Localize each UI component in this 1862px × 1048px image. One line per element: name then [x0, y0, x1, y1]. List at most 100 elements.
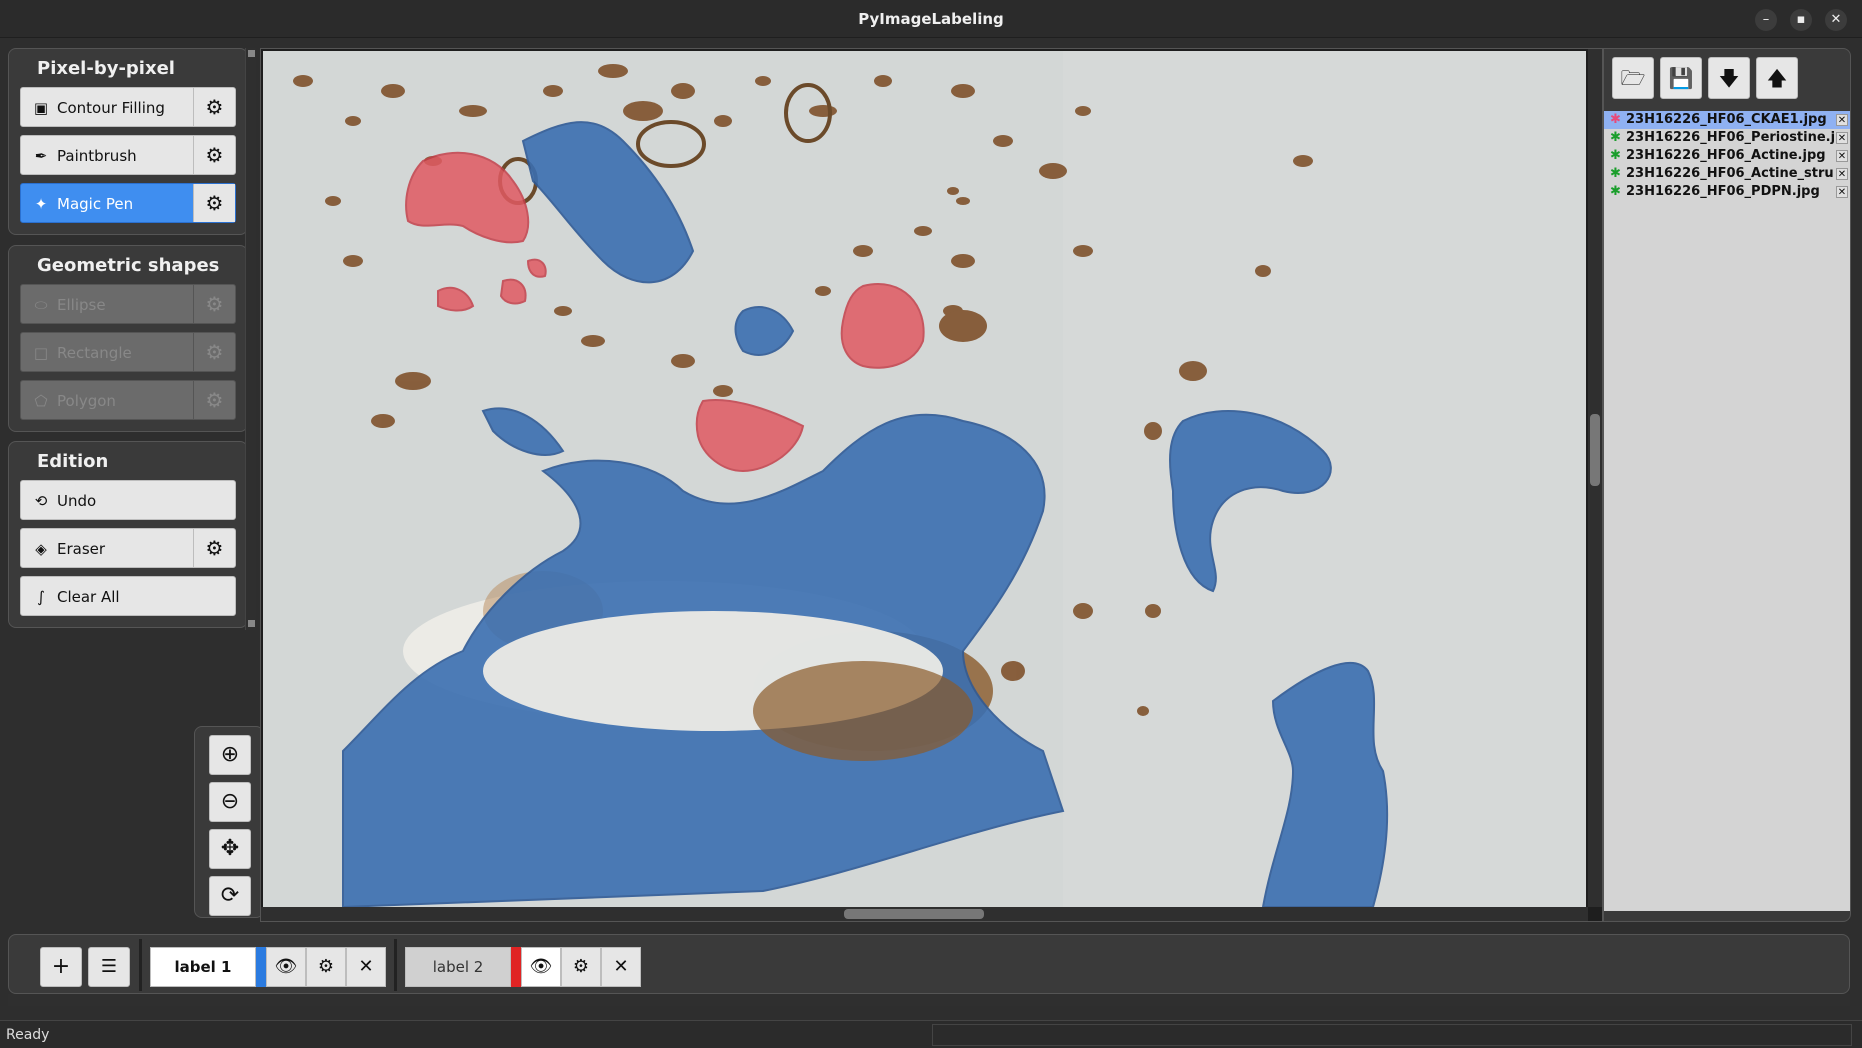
- label-bar-scrollbar[interactable]: [8, 994, 1850, 1006]
- open-folder-button[interactable]: 🗁: [1612, 57, 1654, 99]
- contour-filling-button[interactable]: ▣ Contour Filling ⚙: [20, 87, 236, 127]
- microscopy-image[interactable]: [263, 51, 1586, 907]
- tool-label: Eraser: [57, 540, 106, 558]
- title-bar: PyImageLabeling – ▪ ✕: [0, 0, 1862, 38]
- load-labels-button[interactable]: 🡇: [1708, 57, 1750, 99]
- group-title: Geometric shapes: [37, 255, 220, 276]
- scroll-up-arrow[interactable]: [248, 50, 255, 57]
- file-panel: 🗁 💾 🡇 🡅 ✱ 23H16226_HF06_CKAE1.jpg ✕ ✱ 23…: [1603, 48, 1851, 922]
- close-file-icon[interactable]: ✕: [1836, 168, 1848, 180]
- undo-icon: ⟲: [34, 492, 48, 510]
- rectangle-icon: □: [33, 344, 49, 362]
- label-bar: + ☰ label 1 👁 ⚙ ✕ label 2 👁 ⚙ ✕: [8, 934, 1850, 994]
- add-label-button[interactable]: +: [40, 947, 82, 987]
- minimize-button[interactable]: –: [1755, 9, 1777, 31]
- close-file-icon[interactable]: ✕: [1836, 132, 1848, 144]
- polygon-icon: ⬠: [34, 392, 48, 410]
- label-color-swatch[interactable]: [511, 947, 521, 987]
- tool-label: Polygon: [57, 392, 116, 410]
- status-text: Ready: [6, 1027, 50, 1043]
- label-settings-button[interactable]: ⚙: [306, 947, 346, 987]
- save-icon: 💾: [1668, 66, 1694, 90]
- gear-icon[interactable]: ⚙: [193, 333, 235, 371]
- file-status-icon: ✱: [1610, 184, 1621, 199]
- canvas-vertical-scrollbar[interactable]: [1588, 49, 1602, 907]
- layers-button[interactable]: ☰: [88, 947, 130, 987]
- polygon-button[interactable]: ⬠ Polygon ⚙: [20, 380, 236, 420]
- zoom-in-icon: ⊕: [220, 742, 240, 767]
- gear-icon[interactable]: ⚙: [193, 381, 235, 419]
- remove-label-button[interactable]: ✕: [346, 947, 386, 987]
- gear-icon[interactable]: ⚙: [193, 184, 235, 222]
- tool-label: Magic Pen: [57, 195, 134, 213]
- canvas-horizontal-scrollbar[interactable]: [261, 907, 1588, 921]
- rectangle-button[interactable]: □ Rectangle ⚙: [20, 332, 236, 372]
- visibility-toggle[interactable]: 👁: [521, 947, 561, 987]
- ellipse-button[interactable]: ⬭ Ellipse ⚙: [20, 284, 236, 324]
- undo-button[interactable]: ⟲ Undo: [20, 480, 236, 520]
- reset-view-button[interactable]: ⟳: [209, 876, 251, 916]
- save-button[interactable]: 💾: [1660, 57, 1702, 99]
- gear-icon[interactable]: ⚙: [193, 529, 235, 567]
- label-settings-button[interactable]: ⚙: [561, 947, 601, 987]
- file-item[interactable]: ✱ 23H16226_HF06_Actine.jpg ✕: [1604, 147, 1850, 165]
- pixel-by-pixel-group: Pixel-by-pixel ▣ Contour Filling ⚙ ✒ Pai…: [8, 48, 248, 235]
- file-list: ✱ 23H16226_HF06_CKAE1.jpg ✕ ✱ 23H16226_H…: [1604, 111, 1850, 911]
- tools-panel-scrollbar[interactable]: [245, 48, 256, 630]
- divider: [394, 939, 397, 991]
- pan-button[interactable]: ✥: [209, 829, 251, 869]
- upload-icon: 🡅: [1766, 66, 1788, 90]
- gear-icon: ⚙: [572, 956, 590, 977]
- close-window-button[interactable]: ✕: [1825, 9, 1847, 31]
- eraser-button[interactable]: ◈ Eraser ⚙: [20, 528, 236, 568]
- zoom-in-button[interactable]: ⊕: [209, 735, 251, 775]
- tool-label: Paintbrush: [57, 147, 137, 165]
- close-file-icon[interactable]: ✕: [1836, 114, 1848, 126]
- file-item[interactable]: ✱ 23H16226_HF06_CKAE1.jpg ✕: [1604, 111, 1850, 129]
- export-labels-button[interactable]: 🡅: [1756, 57, 1798, 99]
- label-color-swatch[interactable]: [256, 947, 266, 987]
- clear-all-button[interactable]: ∫ Clear All: [20, 576, 236, 616]
- close-icon: ✕: [358, 956, 374, 977]
- scroll-down-arrow[interactable]: [248, 620, 255, 627]
- gear-icon[interactable]: ⚙: [193, 136, 235, 174]
- file-name: 23H16226_HF06_Actine_stru: [1626, 166, 1834, 181]
- file-item[interactable]: ✱ 23H16226_HF06_PDPN.jpg ✕: [1604, 183, 1850, 201]
- image-canvas[interactable]: [260, 48, 1603, 922]
- window-title: PyImageLabeling: [858, 10, 1004, 28]
- gear-icon[interactable]: ⚙: [193, 285, 235, 323]
- download-icon: 🡇: [1718, 66, 1740, 90]
- close-file-icon[interactable]: ✕: [1836, 150, 1848, 162]
- file-item[interactable]: ✱ 23H16226_HF06_Actine_stru ✕: [1604, 165, 1850, 183]
- file-status-icon: ✱: [1610, 166, 1621, 181]
- clear-all-icon: ∫: [37, 588, 45, 606]
- plus-icon: +: [51, 954, 71, 979]
- divider: [139, 939, 142, 991]
- file-name: 23H16226_HF06_Actine.jpg: [1626, 148, 1826, 163]
- paintbrush-button[interactable]: ✒ Paintbrush ⚙: [20, 135, 236, 175]
- reset-view-icon: ⟳: [220, 883, 240, 908]
- remove-label-button[interactable]: ✕: [601, 947, 641, 987]
- gear-icon: ⚙: [317, 956, 335, 977]
- file-item[interactable]: ✱ 23H16226_HF06_Periostine.j ✕: [1604, 129, 1850, 147]
- eye-icon: 👁: [274, 956, 298, 977]
- close-file-icon[interactable]: ✕: [1836, 186, 1848, 198]
- tool-label: Ellipse: [57, 296, 106, 314]
- horizontal-scroll-thumb[interactable]: [844, 909, 984, 919]
- gear-icon[interactable]: ⚙: [193, 88, 235, 126]
- annotated-image[interactable]: [263, 51, 1586, 907]
- visibility-toggle[interactable]: 👁: [266, 947, 306, 987]
- layers-icon: ☰: [100, 956, 118, 977]
- close-icon: ✕: [613, 956, 629, 977]
- magic-pen-button[interactable]: ✦ Magic Pen ⚙: [20, 183, 236, 223]
- tool-label: Undo: [57, 492, 97, 510]
- tool-label: Clear All: [57, 588, 120, 606]
- zoom-out-button[interactable]: ⊖: [209, 782, 251, 822]
- vertical-scroll-thumb[interactable]: [1590, 414, 1600, 486]
- label-name[interactable]: label 2: [405, 947, 511, 987]
- open-folder-icon: 🗁: [1620, 66, 1646, 90]
- label-name[interactable]: label 1: [150, 947, 256, 987]
- maximize-button[interactable]: ▪: [1790, 9, 1812, 31]
- paintbrush-icon: ✒: [34, 147, 48, 165]
- bucket-icon: ▣: [33, 99, 49, 117]
